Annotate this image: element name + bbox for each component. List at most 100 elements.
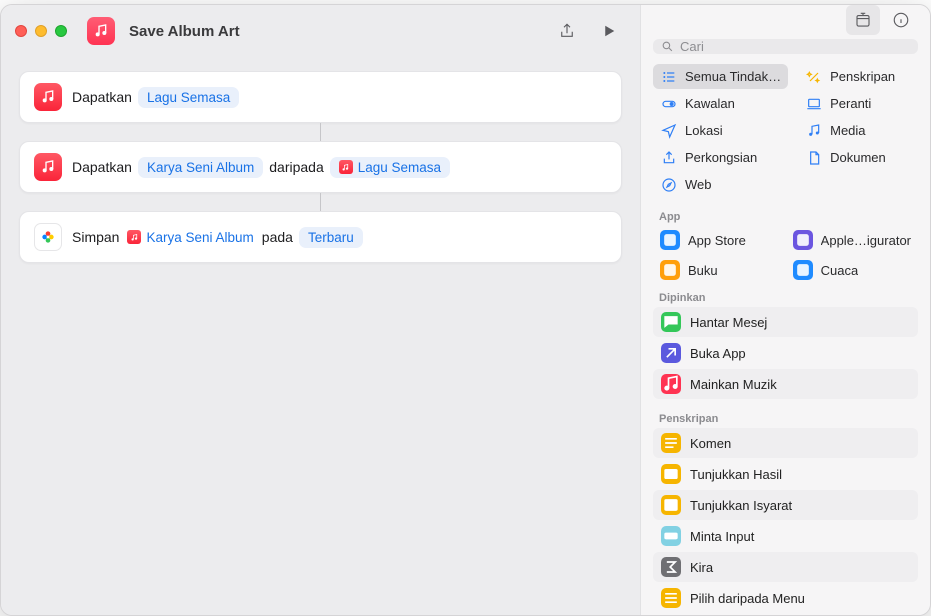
action-card[interactable]: SimpanKarya Seni AlbumpadaTerbaru — [19, 211, 622, 263]
safari-icon — [660, 176, 677, 193]
device-icon — [805, 95, 822, 112]
section-label-scripting: Penskripan — [641, 407, 930, 428]
pinned-list: Hantar Mesej Buka App Mainkan Muzik — [641, 307, 930, 407]
location-icon — [660, 122, 677, 139]
action-label: Pilih daripada Menu — [690, 591, 805, 606]
app-label: App Store — [688, 233, 746, 248]
app-label: Buku — [688, 263, 718, 278]
window-title: Save Album Art — [129, 23, 240, 40]
app-item[interactable]: App Store — [653, 226, 776, 254]
app-icon — [793, 260, 813, 280]
scripting-action[interactable]: Kira — [653, 552, 918, 582]
scripting-action[interactable]: Tunjukkan Isyarat — [653, 490, 918, 520]
action-label: Hantar Mesej — [690, 315, 767, 330]
workflow-canvas[interactable]: Dapatkan Lagu Semasa Dapatkan Karya Seni Al… — [1, 57, 640, 615]
category-grid: Semua Tindak… Penskripan Kawalan Peranti Lok… — [641, 64, 930, 205]
scripting-action[interactable]: Komen — [653, 428, 918, 458]
action-label: Kira — [690, 560, 713, 575]
input-icon — [661, 526, 681, 546]
window-controls — [15, 25, 67, 37]
category-lokasi[interactable]: Lokasi — [653, 118, 788, 143]
close-button[interactable] — [15, 25, 27, 37]
category-kawalan[interactable]: Kawalan — [653, 91, 788, 116]
list-icon — [660, 68, 677, 85]
scripting-action[interactable]: Tunjukkan Hasil — [653, 459, 918, 489]
variable-token[interactable]: Karya Seni Album — [125, 227, 255, 248]
wand-icon — [805, 68, 822, 85]
share-button[interactable] — [550, 16, 584, 46]
action-card[interactable]: Dapatkan Karya Seni Album daripada Lagu Sem… — [19, 141, 622, 193]
library-toggle-button[interactable] — [846, 5, 880, 35]
action-word: Dapatkan — [72, 159, 132, 175]
action-word: Dapatkan — [72, 89, 132, 105]
category-label: Lokasi — [685, 123, 723, 138]
shortcuts-editor-window: Save Album Art DapatkanLagu SemasaDapatk… — [0, 4, 931, 616]
note-icon — [805, 122, 822, 139]
category-label: Kawalan — [685, 96, 735, 111]
maximize-button[interactable] — [55, 25, 67, 37]
music-mini-icon — [127, 230, 141, 244]
editor-pane: Save Album Art DapatkanLagu SemasaDapatk… — [1, 5, 640, 615]
action-word: pada — [262, 229, 293, 245]
sidebar-toolbar — [641, 5, 930, 35]
scripting-action[interactable]: Pilih daripada Menu — [653, 583, 918, 613]
variable-token[interactable]: Lagu Semasa — [330, 157, 450, 178]
action-label: Tunjukkan Isyarat — [690, 498, 792, 513]
search-placeholder: Cari — [680, 39, 704, 54]
app-item[interactable]: Buku — [653, 256, 776, 284]
category-perkongsian[interactable]: Perkongsian — [653, 145, 788, 170]
minimize-button[interactable] — [35, 25, 47, 37]
app-item[interactable]: Cuaca — [786, 256, 918, 284]
category-label: Dokumen — [830, 150, 886, 165]
open-icon — [661, 343, 681, 363]
category-dokumen[interactable]: Dokumen — [798, 145, 918, 170]
shortcut-app-icon — [87, 17, 115, 45]
app-item[interactable]: Apple…igurator — [786, 226, 918, 254]
action-label: Komen — [690, 436, 731, 451]
music-icon — [661, 374, 681, 394]
music-icon — [34, 153, 62, 181]
search-input[interactable]: Cari — [653, 39, 918, 54]
category-label: Penskripan — [830, 69, 895, 84]
result-icon — [661, 464, 681, 484]
action-label: Tunjukkan Hasil — [690, 467, 782, 482]
action-word: daripada — [269, 159, 324, 175]
share-icon — [660, 149, 677, 166]
category-label: Web — [685, 177, 712, 192]
category-penskripan[interactable]: Penskripan — [798, 64, 918, 89]
category-semua-tindak-[interactable]: Semua Tindak… — [653, 64, 788, 89]
alert-icon — [661, 495, 681, 515]
scripting-list: Komen Tunjukkan Hasil Tunjukkan Isyarat Min… — [641, 428, 930, 616]
toggle-icon — [660, 95, 677, 112]
pinned-action[interactable]: Buka App — [653, 338, 918, 368]
action-label: Mainkan Muzik — [690, 377, 777, 392]
photos-icon — [34, 223, 62, 251]
pinned-action[interactable]: Hantar Mesej — [653, 307, 918, 337]
action-card[interactable]: Dapatkan Lagu Semasa — [19, 71, 622, 123]
action-label: Buka App — [690, 346, 746, 361]
app-icon — [660, 230, 680, 250]
app-icon — [793, 230, 813, 250]
message-icon — [661, 312, 681, 332]
search-icon — [661, 40, 674, 53]
music-mini-icon — [339, 160, 353, 174]
section-label-pinned: Dipinkan — [641, 286, 930, 307]
category-peranti[interactable]: Peranti — [798, 91, 918, 116]
action-label: Minta Input — [690, 529, 754, 544]
apps-grid: App Store Apple…igurator Buku Cuaca — [641, 226, 930, 286]
category-web[interactable]: Web — [653, 172, 788, 197]
info-button[interactable] — [884, 5, 918, 35]
category-label: Media — [830, 123, 865, 138]
variable-token[interactable]: Lagu Semasa — [138, 87, 239, 108]
doc-icon — [805, 149, 822, 166]
titlebar: Save Album Art — [1, 5, 640, 57]
app-label: Apple…igurator — [821, 233, 911, 248]
category-media[interactable]: Media — [798, 118, 918, 143]
scripting-action[interactable]: Minta Input — [653, 521, 918, 551]
pinned-action[interactable]: Mainkan Muzik — [653, 369, 918, 399]
run-button[interactable] — [592, 16, 626, 46]
library-sidebar: Cari Semua Tindak… Penskripan Kawalan Peran… — [640, 5, 930, 615]
app-icon — [660, 260, 680, 280]
variable-token[interactable]: Terbaru — [299, 227, 363, 248]
variable-token[interactable]: Karya Seni Album — [138, 157, 263, 178]
